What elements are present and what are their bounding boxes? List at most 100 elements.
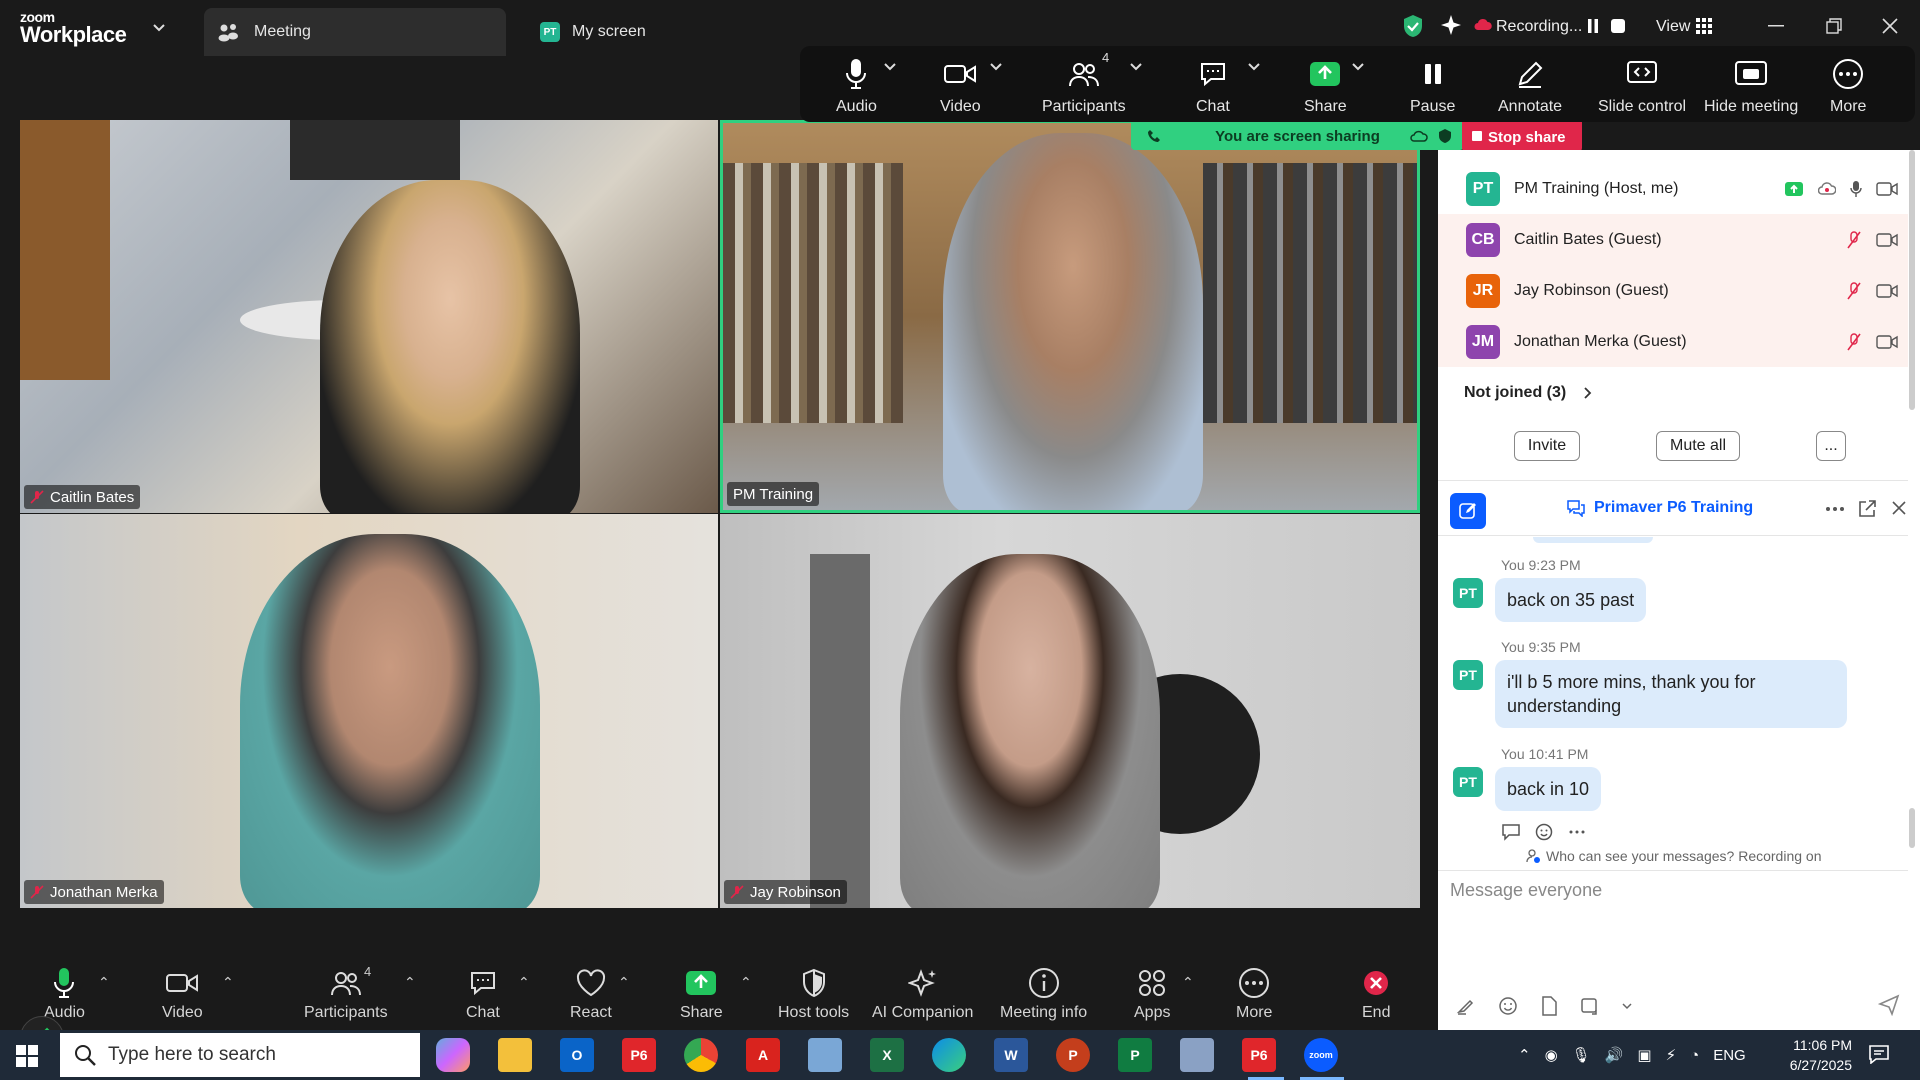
end-button[interactable]: End [1362,964,1390,1022]
paint-icon[interactable] [1180,1038,1214,1072]
reply-icon[interactable] [1501,823,1521,841]
who-can-see-link[interactable]: Who can see your messages? Recording on [1526,848,1821,864]
close-chat-icon[interactable] [1892,501,1906,515]
powerpoint-icon[interactable]: P [1056,1038,1090,1072]
mute-all-button[interactable]: Mute all [1656,431,1740,461]
share-audio-button[interactable]: Audio [836,54,877,116]
participants-chevron-icon[interactable] [1130,62,1142,72]
excel-icon[interactable]: X [870,1038,904,1072]
stop-share-button[interactable]: Stop share [1462,122,1582,152]
network-icon[interactable]: ⚡ [1666,1046,1677,1064]
apps-caret-icon[interactable]: ⌃ [1182,974,1194,991]
chat-more-icon[interactable] [1826,507,1844,511]
audio-button[interactable]: Audio [44,964,85,1022]
react-caret-icon[interactable]: ⌃ [618,974,630,991]
share-caret-icon[interactable]: ⌃ [740,974,752,991]
chat-chevron-icon[interactable] [1248,62,1260,72]
video-button[interactable]: Video [162,964,203,1022]
message-bubble[interactable]: back on 35 past [1495,578,1647,622]
participant-row[interactable]: PT PM Training (Host, me) [1438,163,1908,214]
zoom-workplace-logo[interactable]: zoom Workplace [20,10,127,46]
copilot-app-icon[interactable] [436,1038,470,1072]
chat-caret-icon[interactable]: ⌃ [518,974,530,991]
zoom-app-icon[interactable]: zoom [1304,1038,1338,1072]
video-chevron-icon[interactable] [990,62,1002,72]
volume-icon[interactable]: 🔊 [1605,1046,1624,1064]
participants-scrollbar[interactable] [1908,150,1916,410]
screenshot-icon[interactable] [1580,996,1600,1016]
message-bubble[interactable]: back in 10 [1495,767,1602,811]
minimize-icon[interactable] [1768,25,1784,27]
video-tile-pm-training[interactable]: PM Training [720,120,1420,513]
word-icon[interactable]: W [994,1038,1028,1072]
notifications-icon[interactable] [1868,1044,1890,1064]
recording-status[interactable]: Recording... [1496,18,1582,36]
chevron-up-icon[interactable]: ⌃ [1518,1046,1531,1064]
tab-my-screen[interactable]: PT My screen [540,8,646,56]
react-button[interactable]: React [570,964,612,1022]
tab-meeting[interactable]: Meeting [204,8,506,56]
microphone-tray-icon[interactable]: 🎙 [1572,1046,1591,1064]
chat-button[interactable]: Chat [466,964,500,1022]
participants-button[interactable]: Participants [304,964,388,1022]
share-annotate-button[interactable]: Annotate [1498,54,1562,116]
video-tile-caitlin[interactable]: Caitlin Bates [20,120,718,513]
share-slide-control-button[interactable]: Slide control [1598,54,1686,116]
chrome-icon[interactable] [684,1038,718,1072]
p6-app-icon-1[interactable]: P6 [622,1038,656,1072]
share-chevron-icon[interactable] [1352,62,1364,72]
format-text-icon[interactable] [1456,997,1476,1015]
camera-tray-icon[interactable]: ▣ [1637,1046,1651,1064]
edge-icon[interactable] [932,1038,966,1072]
project-icon[interactable]: P [1118,1038,1152,1072]
taskbar-search-box[interactable]: Type here to search [60,1033,420,1077]
share-hide-meeting-button[interactable]: Hide meeting [1704,54,1798,116]
share-pause-button[interactable]: Pause [1410,54,1455,116]
emoji-react-icon[interactable] [1535,823,1555,841]
share-more-button[interactable]: More [1830,54,1866,116]
file-icon[interactable] [1540,996,1558,1016]
view-button[interactable]: View [1656,18,1690,36]
video-caret-icon[interactable]: ⌃ [222,974,234,991]
grid-icon[interactable] [1696,18,1712,34]
video-tile-jay[interactable]: Jay Robinson [720,514,1420,908]
close-window-icon[interactable] [1882,18,1898,34]
invite-button[interactable]: Invite [1514,431,1580,461]
ai-sparkle-icon[interactable] [1440,14,1462,36]
share-chat-button[interactable]: Chat [1196,54,1230,116]
remote-desktop-icon[interactable] [808,1038,842,1072]
participant-row[interactable]: CB Caitlin Bates (Guest) [1438,214,1908,265]
more-button[interactable]: More [1236,964,1272,1022]
chevron-down-icon[interactable] [152,20,166,34]
p6-app-icon-2[interactable]: P6 [1242,1038,1276,1072]
participant-row[interactable]: JM Jonathan Merka (Guest) [1438,316,1908,367]
host-tools-button[interactable]: Host tools [778,964,849,1022]
windows-start-icon[interactable] [16,1045,38,1067]
more-actions-icon[interactable] [1569,830,1585,834]
share-button[interactable]: Share [680,964,723,1022]
apps-button[interactable]: Apps [1134,964,1170,1022]
message-bubble[interactable]: i'll b 5 more mins, thank you for unders… [1495,660,1847,728]
audio-caret-icon[interactable]: ⌃ [98,974,110,991]
wifi-icon[interactable]: ◔ [1690,1047,1699,1064]
outlook-icon[interactable]: O [560,1038,594,1072]
popout-icon[interactable] [1858,500,1876,518]
share-video-button[interactable]: Video [940,54,981,116]
participants-caret-icon[interactable]: ⌃ [404,974,416,991]
audio-chevron-icon[interactable] [884,62,896,72]
chat-scrollbar[interactable] [1909,808,1915,848]
chat-title[interactable]: Primaver P6 Training [1566,499,1753,517]
restore-icon[interactable] [1826,18,1842,34]
file-explorer-icon[interactable] [498,1038,532,1072]
language-indicator[interactable]: ENG [1713,1047,1746,1064]
participants-more-button[interactable]: ... [1816,431,1846,461]
new-chat-button[interactable] [1450,493,1486,529]
video-tile-jonathan[interactable]: Jonathan Merka [20,514,718,908]
acrobat-icon[interactable]: A [746,1038,780,1072]
message-input[interactable]: Message everyone [1450,880,1890,910]
meeting-info-button[interactable]: Meeting info [1000,964,1087,1022]
emoji-icon[interactable] [1498,996,1518,1016]
shield-check-icon[interactable] [1402,14,1424,38]
record-icon[interactable]: ◉ [1545,1046,1558,1064]
chevron-down-icon[interactable] [1622,1002,1632,1010]
